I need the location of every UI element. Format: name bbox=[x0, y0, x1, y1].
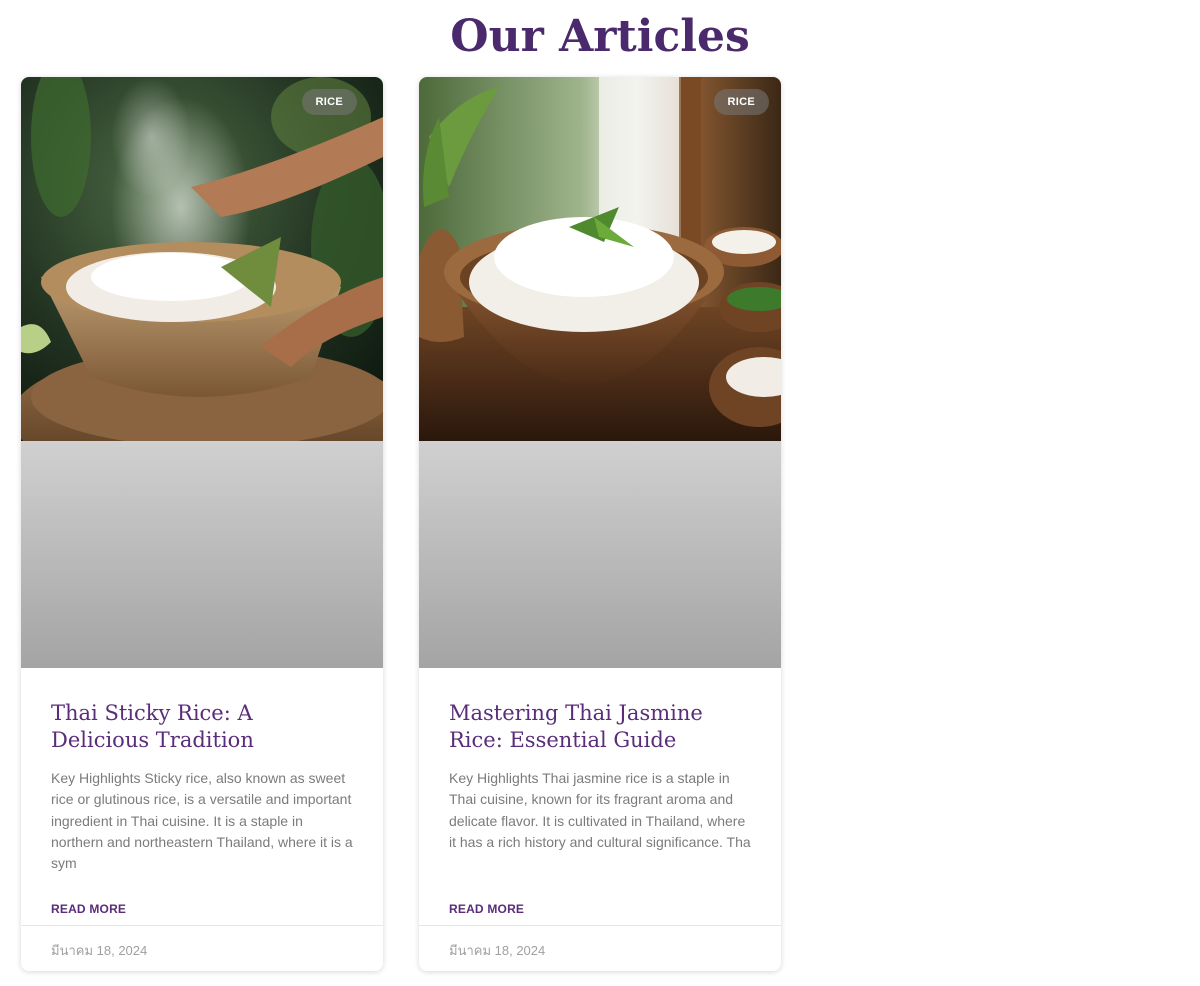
sticky-rice-basket-photo bbox=[21, 77, 383, 441]
article-date: มีนาคม 18, 2024 bbox=[449, 943, 546, 958]
article-meta: มีนาคม 18, 2024 bbox=[21, 925, 383, 971]
article-excerpt: Key Highlights Thai jasmine rice is a st… bbox=[449, 770, 751, 850]
image-gradient bbox=[419, 441, 781, 668]
category-badge[interactable]: RICE bbox=[713, 89, 769, 115]
jasmine-rice-bowl-photo bbox=[419, 77, 781, 441]
read-more-link[interactable]: READ MORE bbox=[51, 902, 126, 916]
article-title[interactable]: Mastering Thai Jasmine Rice: Essential G… bbox=[449, 700, 751, 754]
article-image[interactable]: RICE bbox=[419, 77, 781, 668]
article-title[interactable]: Thai Sticky Rice: A Delicious Tradition bbox=[51, 700, 353, 754]
category-badge[interactable]: RICE bbox=[301, 89, 357, 115]
page-title: Our Articles bbox=[450, 11, 750, 62]
article-card[interactable]: RICE Mastering Thai Jasmine Rice: Essent… bbox=[419, 77, 781, 971]
image-gradient bbox=[21, 441, 383, 668]
article-date: มีนาคม 18, 2024 bbox=[51, 943, 148, 958]
read-more-link[interactable]: READ MORE bbox=[449, 902, 524, 916]
article-excerpt: Key Highlights Sticky rice, also known a… bbox=[51, 770, 353, 872]
article-meta: มีนาคม 18, 2024 bbox=[419, 925, 781, 971]
article-image[interactable]: RICE bbox=[21, 77, 383, 668]
article-card[interactable]: RICE Thai Sticky Rice: A Delicious Tradi… bbox=[21, 77, 383, 971]
